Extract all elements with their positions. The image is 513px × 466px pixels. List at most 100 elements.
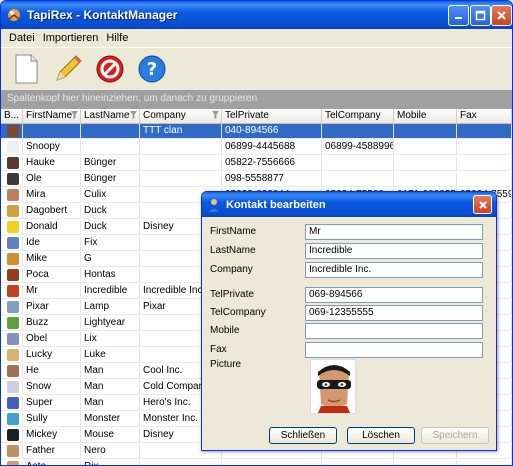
- title-bar[interactable]: TapiRex - KontaktManager: [1, 1, 512, 29]
- delete-contact-button[interactable]: Löschen: [347, 427, 415, 444]
- avatar: [7, 205, 19, 217]
- column-header-label: LastName: [84, 110, 130, 121]
- telprivate-label: TelPrivate: [210, 289, 254, 300]
- table-cell: Aste: [23, 460, 81, 465]
- menu-importieren[interactable]: Importieren: [39, 32, 103, 44]
- company-field[interactable]: Incredible Inc.: [305, 262, 483, 278]
- header-telprivate[interactable]: TelPrivate: [222, 109, 322, 123]
- table-cell: Luke: [81, 348, 140, 362]
- table-cell: Mira: [23, 188, 81, 202]
- header-company[interactable]: Company: [140, 109, 222, 123]
- header-fax[interactable]: Fax: [457, 109, 512, 123]
- telprivate-field[interactable]: 069-894566: [305, 287, 483, 303]
- table-cell: 06899-4445688: [222, 140, 322, 154]
- new-button[interactable]: [7, 51, 45, 87]
- contact-avatar-cell: [1, 268, 23, 282]
- table-cell: TTT clan: [140, 124, 222, 138]
- lastname-label: LastName: [210, 245, 256, 256]
- table-row[interactable]: Hauke Bünger 05822-7556666: [1, 156, 512, 171]
- mobile-label: Mobile: [210, 325, 240, 336]
- telcompany-field[interactable]: 069-12355555: [305, 305, 483, 321]
- header-telcompany[interactable]: TelCompany: [322, 109, 394, 123]
- contact-picture: [310, 359, 356, 414]
- table-cell: Mickey: [23, 428, 81, 442]
- table-cell: [457, 172, 512, 186]
- table-cell: [322, 172, 394, 186]
- table-cell: Donald: [23, 220, 81, 234]
- dialog-title-bar[interactable]: Kontakt bearbeiten: [202, 192, 496, 217]
- contact-avatar-cell: [1, 172, 23, 186]
- table-cell: Mouse: [81, 428, 140, 442]
- group-by-panel[interactable]: Spaltenkopf hier hineinziehen, um danach…: [1, 90, 512, 109]
- table-cell: Lightyear: [81, 316, 140, 330]
- close-button[interactable]: [491, 5, 512, 26]
- close-icon: [497, 11, 506, 20]
- minimize-button[interactable]: [448, 5, 469, 26]
- table-cell: Lix: [81, 332, 140, 346]
- avatar: [7, 349, 19, 361]
- lastname-field[interactable]: Incredible: [305, 243, 483, 259]
- avatar: [7, 397, 19, 409]
- table-cell: [394, 156, 457, 170]
- table-cell: Duck: [81, 204, 140, 218]
- table-cell: 06899-4588996: [322, 140, 394, 154]
- telcompany-label: TelCompany: [210, 307, 266, 318]
- help-button[interactable]: ?: [133, 51, 171, 87]
- edit-button[interactable]: [49, 51, 87, 87]
- table-cell: [322, 124, 394, 138]
- table-cell: Pixar: [23, 300, 81, 314]
- table-row[interactable]: TTT clan 040-894566: [1, 124, 512, 139]
- avatar: [7, 461, 19, 465]
- contact-avatar-cell: [1, 124, 23, 138]
- header-select[interactable]: B...: [1, 109, 23, 123]
- avatar: [7, 157, 19, 169]
- grid-header: B... FirstName LastName Company TelPrivate Te…: [1, 109, 512, 124]
- table-cell: Man: [81, 396, 140, 410]
- header-lastname[interactable]: LastName: [81, 109, 140, 123]
- filter-icon[interactable]: [130, 111, 137, 119]
- table-cell: [457, 140, 512, 154]
- minimize-icon: [455, 17, 462, 19]
- delete-button[interactable]: [91, 51, 129, 87]
- contact-avatar-cell: [1, 188, 23, 202]
- table-cell: G: [81, 252, 140, 266]
- menu-bar: Datei Importieren Hilfe: [1, 29, 512, 47]
- avatar: [7, 125, 19, 137]
- table-cell: 040-894566: [222, 124, 322, 138]
- app-icon: [6, 7, 22, 23]
- save-button[interactable]: Speichern: [421, 427, 489, 444]
- firstname-field[interactable]: Mr: [305, 224, 483, 240]
- fax-field[interactable]: [305, 342, 483, 358]
- dialog-close-button[interactable]: [473, 195, 492, 214]
- table-cell: Incredible: [81, 284, 140, 298]
- table-row[interactable]: Snoopy 06899-4445688 06899-4588996: [1, 140, 512, 155]
- table-cell: [81, 124, 140, 138]
- table-row[interactable]: Ole Bünger 098-5558877: [1, 172, 512, 187]
- table-cell: [457, 124, 512, 138]
- header-mobile[interactable]: Mobile: [394, 109, 457, 123]
- maximize-button[interactable]: [470, 5, 491, 26]
- table-cell: Lucky: [23, 348, 81, 362]
- table-cell: Rix: [81, 460, 140, 465]
- window-title: TapiRex - KontaktManager: [27, 8, 178, 22]
- filter-icon[interactable]: [212, 111, 219, 119]
- toolbar: ?: [1, 47, 512, 89]
- header-firstname[interactable]: FirstName: [23, 109, 81, 123]
- new-document-icon: [15, 54, 38, 83]
- menu-datei[interactable]: Datei: [5, 32, 39, 44]
- table-cell: Mike: [23, 252, 81, 266]
- table-cell: Fix: [81, 236, 140, 250]
- table-cell: Father: [23, 444, 81, 458]
- filter-icon[interactable]: [71, 111, 78, 119]
- mobile-field[interactable]: [305, 323, 483, 339]
- close-dialog-button[interactable]: Schließen: [269, 427, 337, 444]
- column-header-label: TelPrivate: [225, 110, 269, 121]
- table-row[interactable]: AsteRix: [1, 460, 512, 465]
- menu-hilfe[interactable]: Hilfe: [102, 32, 132, 44]
- avatar: [7, 285, 19, 297]
- table-cell: Bünger: [81, 172, 140, 186]
- contact-avatar-cell: [1, 156, 23, 170]
- table-cell: [222, 460, 322, 465]
- table-cell: 05822-7556666: [222, 156, 322, 170]
- avatar: [7, 221, 19, 233]
